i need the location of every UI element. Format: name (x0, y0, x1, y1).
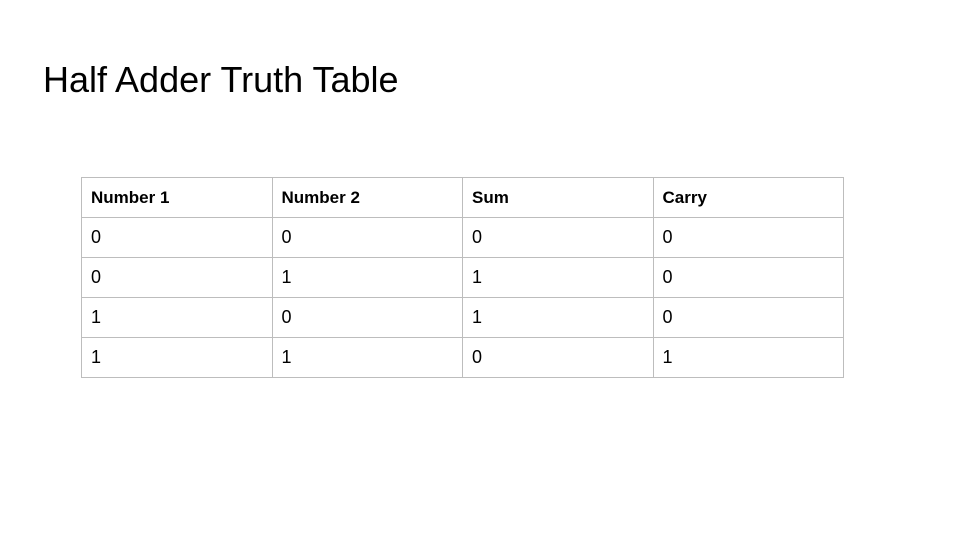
table-cell: 1 (652, 337, 844, 378)
header-number-1: Number 1 (81, 177, 273, 218)
table-cell: 1 (81, 297, 273, 338)
header-carry: Carry (652, 177, 844, 218)
table-cell: 1 (462, 297, 654, 338)
table-cell: 1 (462, 257, 654, 298)
table-cell: 0 (81, 217, 273, 258)
table-cell: 0 (652, 217, 844, 258)
table-header-row: Number 1 Number 2 Sum Carry (81, 177, 844, 218)
table-row: 0 0 0 0 (81, 217, 844, 258)
header-number-2: Number 2 (271, 177, 463, 218)
table-cell: 1 (81, 337, 273, 378)
table-cell: 0 (271, 297, 463, 338)
table-row: 0 1 1 0 (81, 257, 844, 298)
header-sum: Sum (462, 177, 654, 218)
truth-table: Number 1 Number 2 Sum Carry 0 0 0 0 0 1 … (81, 177, 844, 378)
table-cell: 0 (81, 257, 273, 298)
table-cell: 0 (462, 217, 654, 258)
table-cell: 1 (271, 337, 463, 378)
table-cell: 0 (271, 217, 463, 258)
table-cell: 0 (652, 297, 844, 338)
table-row: 1 1 0 1 (81, 337, 844, 378)
table-row: 1 0 1 0 (81, 297, 844, 338)
table-cell: 0 (462, 337, 654, 378)
table-cell: 1 (271, 257, 463, 298)
slide-title: Half Adder Truth Table (43, 59, 399, 100)
table-cell: 0 (652, 257, 844, 298)
